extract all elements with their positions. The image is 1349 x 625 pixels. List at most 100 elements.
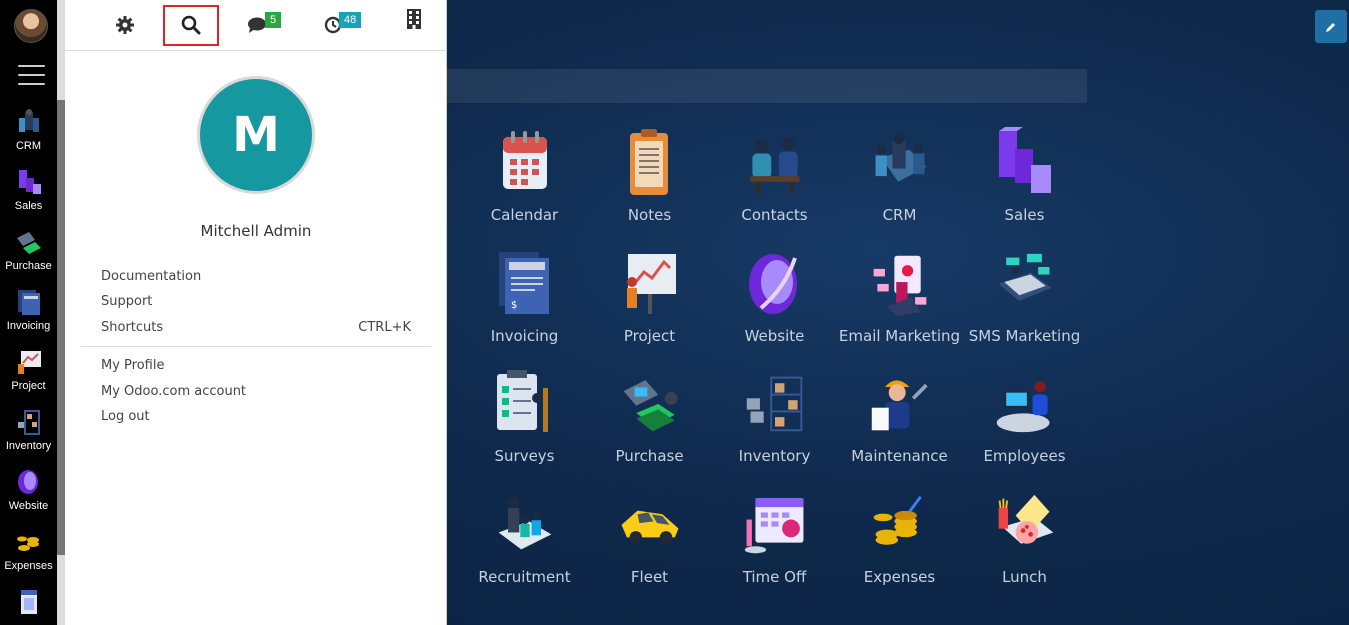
scrollbar-thumb[interactable] (57, 100, 65, 555)
menu-toggle-icon[interactable] (18, 65, 45, 92)
shortcut-hint: CTRL+K (358, 320, 411, 335)
inventory-icon (743, 365, 807, 441)
time-off-icon (743, 486, 807, 562)
app-label: Website (744, 326, 805, 345)
menu-documentation[interactable]: Documentation (101, 269, 411, 284)
sidebar-item-label: Website (8, 500, 49, 512)
pencil-icon (1326, 22, 1335, 32)
sidebar-item-label: CRM (15, 140, 42, 152)
app-time-off[interactable]: Time Off (712, 482, 837, 603)
menu-support[interactable]: Support (101, 294, 411, 309)
menu-log-out[interactable]: Log out (101, 409, 411, 424)
app-sms-marketing[interactable]: SMS Marketing (962, 241, 1087, 362)
app-maintenance[interactable]: Maintenance (837, 361, 962, 482)
app-purchase[interactable]: Purchase (587, 361, 712, 482)
app-label: Sales (1004, 206, 1045, 224)
app-contacts[interactable]: Contacts (712, 120, 837, 241)
building-icon (407, 9, 421, 29)
sidebar-item-invoicing[interactable]: Invoicing (0, 288, 57, 332)
purchase-icon (618, 365, 682, 441)
search-button[interactable] (177, 0, 205, 50)
user-avatar[interactable] (14, 9, 48, 43)
sidebar-item-crm[interactable]: CRM (0, 108, 57, 152)
sidebar-item-sales[interactable]: Sales (0, 168, 57, 212)
sidebar-item-inventory[interactable]: Inventory (0, 408, 57, 452)
crm-icon (868, 124, 932, 200)
app-label: Project (623, 326, 676, 345)
app-lunch[interactable]: Lunch (962, 482, 1087, 603)
sidebar-scrollbar[interactable] (57, 0, 65, 625)
sidebar-item-purchase[interactable]: Purchase (0, 228, 57, 272)
app-calendar[interactable]: Calendar (462, 120, 587, 241)
activities-badge: 48 (339, 12, 362, 28)
app-label: Surveys (494, 447, 555, 465)
app-email-marketing[interactable]: Email Marketing (837, 241, 962, 362)
app-sales[interactable]: Sales (962, 120, 1087, 241)
project-icon (17, 351, 41, 374)
app-recruitment[interactable]: Recruitment (462, 482, 587, 603)
app-label: Time Off (742, 567, 807, 586)
employees-icon (993, 365, 1057, 441)
app-label: Calendar (490, 206, 559, 224)
inventory-icon (17, 410, 40, 435)
menu-shortcuts[interactable]: Shortcuts CTRL+K (101, 320, 411, 335)
sidebar-item-expenses[interactable]: Expenses (0, 528, 57, 572)
email-marketing-icon (868, 245, 932, 321)
panel-toolbar: 5 48 (65, 0, 447, 51)
app-label: Lunch (1002, 567, 1047, 586)
svg-text:$: $ (511, 300, 517, 311)
project-icon (618, 245, 682, 321)
search-icon (181, 15, 201, 35)
menu-divider (81, 346, 431, 347)
app-label: Fleet (630, 567, 669, 586)
chat-bubble-icon (248, 17, 266, 33)
website-icon (743, 245, 807, 321)
app-label: Recruitment (478, 567, 571, 586)
purchase-icon (16, 232, 41, 254)
app-label: Notes (627, 206, 672, 224)
sidebar-item-more[interactable] (0, 588, 57, 620)
crm-icon (18, 109, 39, 132)
edit-home-button[interactable] (1315, 10, 1347, 43)
app-label: Expenses (863, 567, 936, 586)
contacts-icon (743, 124, 807, 200)
sidebar-item-label: Purchase (5, 260, 52, 272)
menu-my-profile[interactable]: My Profile (101, 358, 411, 373)
app-label: Email Marketing (838, 326, 961, 345)
sidebar-item-website[interactable]: Website (0, 468, 57, 512)
messages-badge: 5 (265, 12, 282, 28)
sidebar-item-label: Inventory (5, 440, 52, 452)
app-notes[interactable]: Notes (587, 120, 712, 241)
company-switcher[interactable] (403, 0, 425, 38)
sidebar-item-project[interactable]: Project (0, 348, 57, 392)
app-invoicing[interactable]: $ Invoicing (462, 241, 587, 362)
user-avatar-large: M (197, 76, 315, 194)
user-menu-panel: 5 48 M Mitchell Admin Documentation Supp… (65, 0, 447, 625)
app-label: Invoicing (490, 326, 559, 345)
app-inventory[interactable]: Inventory (712, 361, 837, 482)
sales-icon (993, 124, 1057, 200)
sms-marketing-icon (993, 245, 1057, 321)
app-employees[interactable]: Employees (962, 361, 1087, 482)
app-website[interactable]: Website (712, 241, 837, 362)
invoicing-icon: $ (493, 245, 557, 321)
app-label: Employees (983, 447, 1066, 465)
app-surveys[interactable]: Surveys (462, 361, 587, 482)
app-fleet[interactable]: Fleet (587, 482, 712, 603)
left-app-sidebar: CRM Sales Purchase Invoicing Project Inv… (0, 0, 57, 625)
app-label: Maintenance (851, 447, 948, 465)
app-label: Contacts (741, 206, 808, 224)
app-label: Purchase (615, 447, 684, 465)
app-expenses[interactable]: Expenses (837, 482, 962, 603)
notes-icon (618, 124, 682, 200)
app-search-bar[interactable] (447, 69, 1087, 103)
app-crm[interactable]: CRM (837, 120, 962, 241)
app-icon (20, 590, 37, 614)
menu-odoo-account[interactable]: My Odoo.com account (101, 384, 411, 399)
app-label: CRM (882, 206, 917, 224)
expenses-icon (16, 536, 39, 551)
app-project[interactable]: Project (587, 241, 712, 362)
lunch-icon (993, 486, 1057, 562)
settings-button[interactable] (113, 0, 137, 50)
app-label: SMS Marketing (968, 326, 1081, 345)
